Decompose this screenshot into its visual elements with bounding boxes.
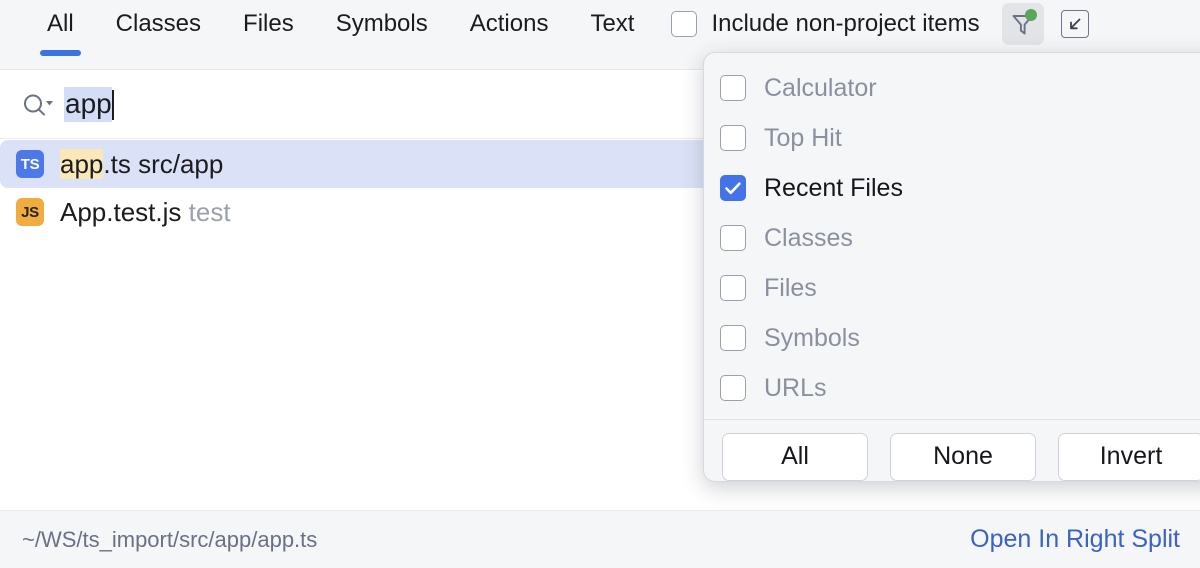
dialog-footer: ~/WS/ts_import/src/app/app.ts Open In Ri… bbox=[0, 510, 1200, 568]
search-input[interactable]: app bbox=[64, 87, 112, 122]
open-in-right-split-action[interactable]: Open In Right Split bbox=[970, 525, 1180, 554]
result-file-name: .ts bbox=[103, 149, 130, 179]
filter-popup: Calculator Top Hit Recent Files Classes bbox=[703, 52, 1200, 482]
filter-option-label: Classes bbox=[764, 224, 853, 253]
tab-classes-label: Classes bbox=[116, 10, 201, 38]
filter-options-list: Calculator Top Hit Recent Files Classes bbox=[704, 53, 1200, 419]
filter-option-label: Calculator bbox=[764, 74, 877, 103]
checkbox[interactable] bbox=[720, 225, 746, 251]
filter-option-calculator[interactable]: Calculator bbox=[704, 63, 1200, 113]
tab-all-label: All bbox=[47, 10, 74, 38]
filter-option-label: Recent Files bbox=[764, 174, 903, 203]
tab-text[interactable]: Text bbox=[569, 0, 655, 70]
tab-symbols[interactable]: Symbols bbox=[315, 0, 449, 70]
result-file-name: App.test.js bbox=[60, 197, 181, 227]
file-type-badge-ts: TS bbox=[16, 150, 44, 178]
text-cursor bbox=[112, 90, 114, 120]
tab-text-label: Text bbox=[590, 10, 634, 38]
header-controls: Include non-project items bbox=[671, 0, 1095, 48]
tab-symbols-label: Symbols bbox=[336, 10, 428, 38]
tab-actions[interactable]: Actions bbox=[449, 0, 570, 70]
filter-active-indicator bbox=[1025, 9, 1037, 21]
include-non-project-checkbox[interactable] bbox=[671, 11, 697, 37]
filter-option-label: Files bbox=[764, 274, 817, 303]
file-type-badge-js: JS bbox=[16, 198, 44, 226]
checkbox-checked[interactable] bbox=[720, 175, 746, 201]
result-location: test bbox=[189, 197, 231, 227]
filter-button[interactable] bbox=[1002, 3, 1044, 45]
filter-popup-footer: All None Invert bbox=[704, 419, 1200, 482]
select-none-button[interactable]: None bbox=[890, 433, 1036, 481]
filter-option-symbols[interactable]: Symbols bbox=[704, 313, 1200, 363]
tab-bar: All Classes Files Symbols Actions Text bbox=[0, 0, 655, 70]
checkmark-icon bbox=[723, 178, 743, 198]
search-icon[interactable] bbox=[22, 89, 64, 121]
tab-all[interactable]: All bbox=[26, 0, 95, 70]
match-highlight: app bbox=[60, 149, 103, 179]
checkbox[interactable] bbox=[720, 125, 746, 151]
result-row-text: App.test.js test bbox=[60, 197, 231, 228]
checkbox[interactable] bbox=[720, 275, 746, 301]
checkbox[interactable] bbox=[720, 325, 746, 351]
filter-option-top-hit[interactable]: Top Hit bbox=[704, 113, 1200, 163]
tab-files-label: Files bbox=[243, 10, 294, 38]
include-non-project-label: Include non-project items bbox=[711, 10, 979, 38]
active-tab-indicator bbox=[40, 50, 81, 56]
search-everywhere-dialog: All Classes Files Symbols Actions Text bbox=[0, 0, 1200, 568]
expand-button[interactable] bbox=[1054, 3, 1096, 45]
filter-option-label: URLs bbox=[764, 374, 827, 403]
arrow-down-left-icon bbox=[1061, 10, 1089, 38]
result-location: src/app bbox=[138, 149, 223, 179]
filter-option-label: Top Hit bbox=[764, 124, 842, 153]
select-all-button[interactable]: All bbox=[722, 433, 868, 481]
result-row-text: app.ts src/app bbox=[60, 149, 223, 180]
filter-option-recent-files[interactable]: Recent Files bbox=[704, 163, 1200, 213]
invert-selection-button[interactable]: Invert bbox=[1058, 433, 1200, 481]
checkbox[interactable] bbox=[720, 75, 746, 101]
checkbox[interactable] bbox=[720, 375, 746, 401]
filter-option-classes[interactable]: Classes bbox=[704, 213, 1200, 263]
filter-option-urls[interactable]: URLs bbox=[704, 363, 1200, 413]
filter-option-files[interactable]: Files bbox=[704, 263, 1200, 313]
tab-actions-label: Actions bbox=[470, 10, 549, 38]
filter-option-label: Symbols bbox=[764, 324, 860, 353]
tab-classes[interactable]: Classes bbox=[95, 0, 222, 70]
selected-file-path: ~/WS/ts_import/src/app/app.ts bbox=[22, 527, 317, 553]
tab-files[interactable]: Files bbox=[222, 0, 315, 70]
